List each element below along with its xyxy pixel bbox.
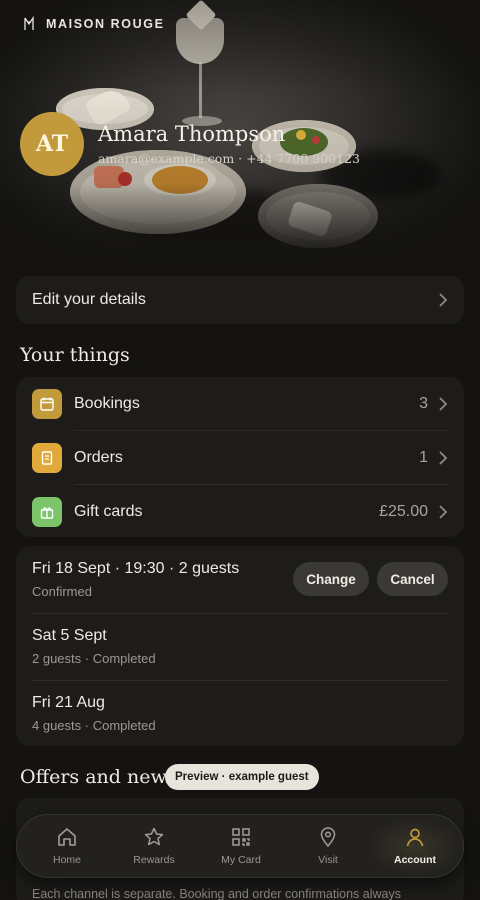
nav-label: Account <box>394 854 436 866</box>
avatar: AT <box>20 112 84 176</box>
map-pin-icon <box>320 827 336 848</box>
list-item-label: Bookings <box>74 395 140 412</box>
nav-item-visit[interactable]: Visit <box>284 815 372 877</box>
your-things-list: Bookings 3 Orders 1 Gift cards £25.00 <box>16 377 464 537</box>
calendar-icon <box>32 389 62 419</box>
booking-row-upcoming[interactable]: Fri 18 Sept · 19:30 · 2 guests Confirmed… <box>16 546 464 613</box>
brand-name: MAISON ROUGE <box>46 17 165 31</box>
nav-label: Home <box>52 854 81 866</box>
person-icon <box>406 828 424 847</box>
bottom-navigation: Home Rewards My Card Visit Account <box>16 814 464 878</box>
profile-contact: amara@example.com · +44 7700 900123 <box>98 151 360 166</box>
nav-item-rewards[interactable]: Rewards <box>110 815 198 877</box>
star-icon <box>144 827 164 846</box>
booking-title: Fri 18 Sept · 19:30 · 2 guests <box>32 560 240 577</box>
booking-title: Sat 5 Sept <box>32 627 107 644</box>
nav-item-my-card[interactable]: My Card <box>197 815 285 877</box>
gift-icon <box>32 497 62 527</box>
change-booking-button[interactable]: Change <box>293 562 369 596</box>
booking-row[interactable]: Fri 21 Aug 4 guests · Completed <box>16 680 464 747</box>
list-item-orders[interactable]: Orders 1 <box>16 431 464 485</box>
cancel-booking-button[interactable]: Cancel <box>377 562 448 596</box>
nav-label: Rewards <box>133 854 175 866</box>
home-icon <box>58 828 76 846</box>
nav-item-account[interactable]: Account <box>371 815 459 877</box>
avatar-initials: AT <box>35 131 69 157</box>
section-title-offers: Offers and news <box>20 766 177 788</box>
edit-details-button[interactable]: Edit your details <box>16 276 464 324</box>
edit-details-label: Edit your details <box>32 291 146 308</box>
receipt-icon <box>32 443 62 473</box>
brand-header: MAISON ROUGE <box>22 16 165 32</box>
list-item-bookings[interactable]: Bookings 3 <box>16 377 464 431</box>
nav-label: My Card <box>221 854 261 866</box>
bookings-list: Fri 18 Sept · 19:30 · 2 guests Confirmed… <box>16 546 464 746</box>
list-item-label: Orders <box>74 449 123 466</box>
list-item-gift-cards[interactable]: Gift cards £25.00 <box>16 485 464 539</box>
chevron-right-icon <box>439 505 448 519</box>
profile-name: Amara Thompson <box>98 122 286 146</box>
booking-status: 4 guests · Completed <box>32 718 156 733</box>
preview-badge: Preview · example guest <box>165 764 319 790</box>
booking-row[interactable]: Sat 5 Sept 2 guests · Completed <box>16 613 464 680</box>
booking-title: Fri 21 Aug <box>32 694 105 711</box>
nav-item-home[interactable]: Home <box>23 815 111 877</box>
chevron-right-icon <box>439 397 448 411</box>
list-item-label: Gift cards <box>74 503 143 520</box>
offers-footnote: Each channel is separate. Booking and or… <box>32 887 401 900</box>
booking-status: Confirmed <box>32 584 92 599</box>
list-item-count: 3 <box>419 395 428 412</box>
maison-rouge-logo-icon <box>24 16 34 30</box>
list-item-count: 1 <box>419 449 428 466</box>
booking-status: 2 guests · Completed <box>32 651 156 666</box>
qr-code-icon <box>232 828 250 846</box>
chevron-right-icon <box>439 293 448 307</box>
nav-label: Visit <box>318 854 338 866</box>
list-item-balance: £25.00 <box>379 503 428 520</box>
chevron-right-icon <box>439 451 448 465</box>
section-title-your-things: Your things <box>20 344 130 366</box>
